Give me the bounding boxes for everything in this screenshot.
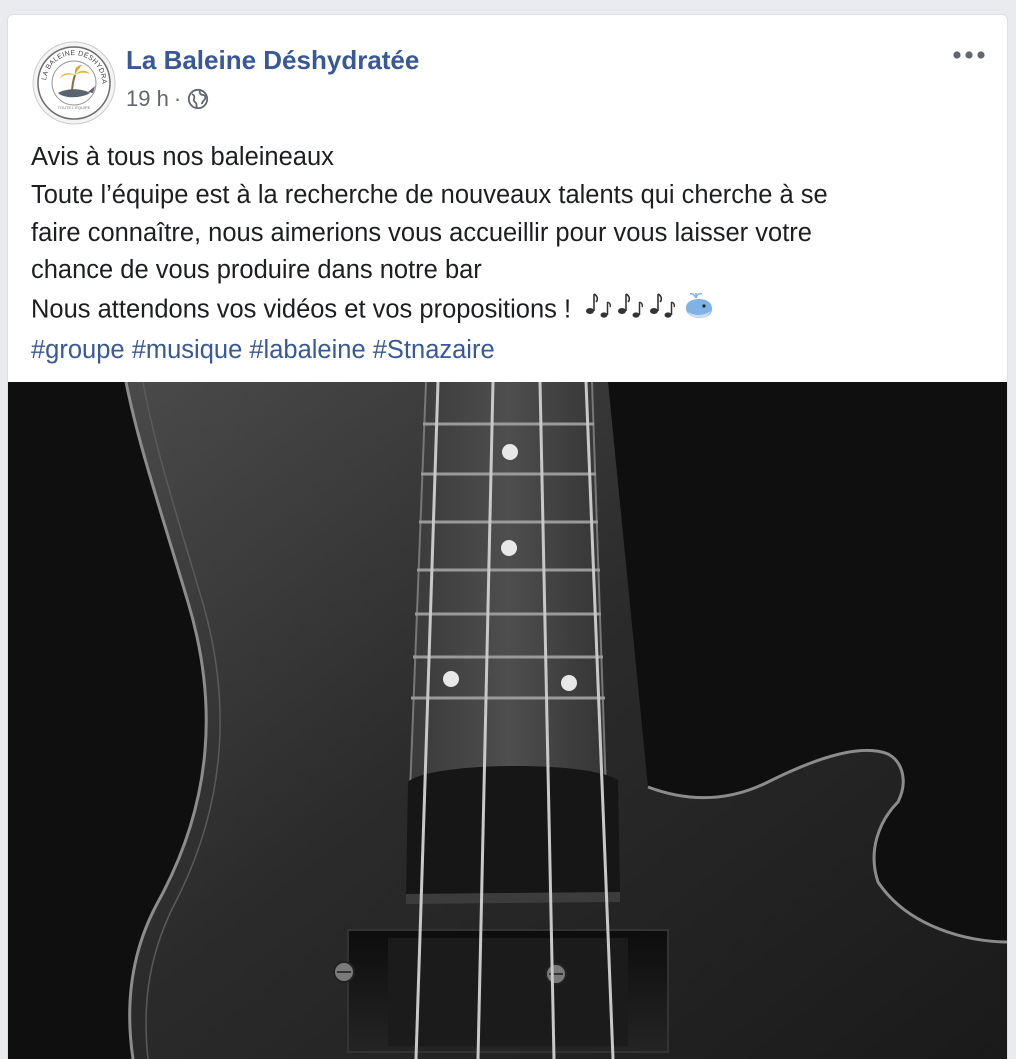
post-text-line: Nous attendons vos vidéos et vos proposi… xyxy=(31,295,572,324)
globe-icon[interactable] xyxy=(187,88,209,110)
baleine-logo-icon: LA BALEINE DÉSHYDRATÉE TOUTE L'ÉQUIPE xyxy=(32,41,116,125)
svg-text:TOUTE L'ÉQUIPE: TOUTE L'ÉQUIPE xyxy=(58,105,91,110)
music-notes-icon xyxy=(586,293,713,319)
post-text-line: Toute l’équipe est à la recherche de nou… xyxy=(31,180,828,209)
post-text-line: Avis à tous nos baleineaux xyxy=(31,143,334,171)
hashtag-link[interactable]: #labaleine xyxy=(249,336,365,364)
whale-icon xyxy=(686,293,713,319)
post-photo[interactable] xyxy=(8,382,1007,1059)
post-card: LA BALEINE DÉSHYDRATÉE TOUTE L'ÉQUIPE La… xyxy=(7,14,1008,1059)
hashtag-link[interactable]: #groupe xyxy=(31,336,125,364)
bass-guitar-photo xyxy=(8,382,1007,1059)
post-text-line-last: Nous attendons vos vidéos et vos proposi… xyxy=(31,290,981,332)
more-options-button[interactable] xyxy=(949,43,989,67)
post-text-line: chance de vous produire dans notre bar xyxy=(31,256,482,285)
more-options-icon xyxy=(953,51,985,59)
meta-separator: · xyxy=(173,86,182,111)
page-avatar[interactable]: LA BALEINE DÉSHYDRATÉE TOUTE L'ÉQUIPE xyxy=(32,41,116,125)
hashtag-link[interactable]: #musique xyxy=(132,336,243,364)
hashtag-link[interactable]: #Stnazaire xyxy=(373,336,495,364)
emoji-music-notes-whale xyxy=(584,290,716,332)
post-message: Avis à tous nos baleineaux Toute l’équip… xyxy=(31,139,981,370)
post-timestamp[interactable]: 19 h xyxy=(126,86,169,112)
page-name-link[interactable]: La Baleine Déshydratée xyxy=(126,45,419,76)
post-text-line: faire connaître, nous aimerions vous acc… xyxy=(31,218,812,247)
post-meta: 19 h · xyxy=(126,86,209,112)
hashtag-list: #groupe #musique #labaleine #Stnazaire xyxy=(31,332,981,370)
